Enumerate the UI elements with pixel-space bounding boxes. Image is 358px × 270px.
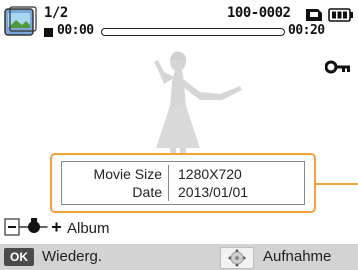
file-counter: 1/2 xyxy=(44,5,68,21)
callout-line xyxy=(314,183,358,185)
memory-card-icon xyxy=(306,9,322,21)
camera-playback-screen: 1/2 100-0002 00:00 00:20 Movie Size 1280… xyxy=(0,0,358,270)
date-value: 2013/01/01 xyxy=(178,184,249,200)
date-label: Date xyxy=(132,184,162,200)
battery-icon xyxy=(328,8,353,22)
play-label: Wiederg. xyxy=(42,248,103,265)
nav-dial-icon[interactable] xyxy=(220,247,254,269)
album-label: Album xyxy=(67,220,110,237)
bottom-bar: OK Wiederg. Aufnahme xyxy=(0,244,358,270)
key-icon xyxy=(325,60,350,74)
dpad-icon xyxy=(228,249,246,267)
file-number: 100-0002 xyxy=(227,5,291,21)
video-thumbnail-icon xyxy=(4,6,37,36)
stop-icon[interactable] xyxy=(44,28,53,37)
file-info-panel: Movie Size 1280X720 Date 2013/01/01 xyxy=(50,153,316,213)
info-divider xyxy=(168,165,169,201)
movie-size-value: 1280X720 xyxy=(178,166,242,182)
record-label: Aufnahme xyxy=(263,248,332,265)
ok-button[interactable]: OK xyxy=(4,248,34,266)
zoom-lever-icon[interactable] xyxy=(4,218,66,236)
file-info-table: Movie Size 1280X720 Date 2013/01/01 xyxy=(61,161,305,205)
total-time: 00:20 xyxy=(288,23,325,38)
movie-size-label: Movie Size xyxy=(93,166,162,182)
elapsed-time: 00:00 xyxy=(57,23,94,38)
playback-progress-bar[interactable] xyxy=(101,28,285,36)
